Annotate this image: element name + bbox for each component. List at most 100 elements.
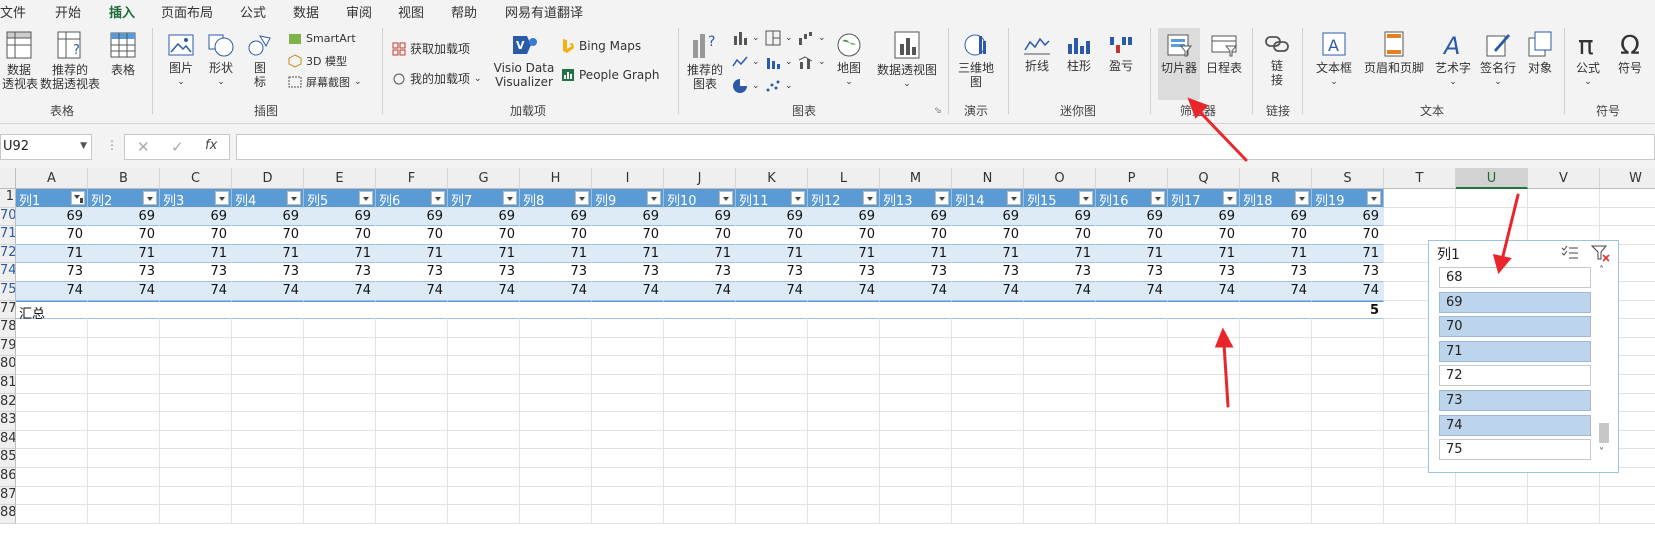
column-header-h[interactable]: H — [520, 168, 592, 189]
cell[interactable]: 列14 — [952, 189, 1024, 209]
filter-dropdown-icon[interactable] — [791, 191, 805, 205]
cell[interactable] — [520, 468, 592, 487]
column-header-d[interactable]: D — [232, 168, 304, 189]
cell[interactable] — [952, 300, 1024, 320]
visio-visualizer-button[interactable]: V Visio Data Visualizer — [492, 32, 556, 89]
cell[interactable] — [520, 375, 592, 394]
signature-line-button[interactable]: 签名行 ⌄ — [1476, 30, 1520, 89]
cell[interactable] — [1528, 486, 1600, 506]
cell[interactable] — [808, 505, 880, 524]
cell[interactable]: 69 — [448, 207, 520, 227]
cell[interactable] — [736, 486, 808, 506]
statistic-chart-button[interactable]: ⌄ — [765, 54, 793, 70]
cell[interactable] — [808, 430, 880, 450]
cell[interactable] — [952, 430, 1024, 450]
scatter-chart-button[interactable]: ⌄ — [765, 78, 793, 94]
cell[interactable]: 74 — [808, 282, 880, 301]
cell[interactable] — [160, 449, 232, 468]
row-header[interactable]: 85 — [0, 449, 16, 468]
cell[interactable] — [448, 468, 520, 487]
cell[interactable] — [448, 375, 520, 394]
cell[interactable] — [1240, 412, 1312, 431]
cell[interactable] — [592, 505, 664, 524]
cell[interactable] — [808, 486, 880, 506]
cell[interactable]: 69 — [1240, 207, 1312, 227]
cell[interactable] — [376, 375, 448, 394]
cell[interactable] — [1312, 486, 1384, 506]
cell[interactable] — [88, 300, 160, 320]
cell[interactable] — [304, 412, 376, 431]
cell[interactable] — [376, 412, 448, 431]
cell[interactable] — [1096, 300, 1168, 320]
cell[interactable]: 列17 — [1168, 189, 1240, 209]
column-header-n[interactable]: N — [952, 168, 1024, 189]
cell[interactable]: 73 — [16, 263, 88, 282]
dialog-launcher-icon[interactable]: ⬂ — [934, 106, 942, 116]
cell[interactable] — [736, 505, 808, 524]
cell[interactable] — [1096, 486, 1168, 506]
cell[interactable] — [664, 505, 736, 524]
slicer-item[interactable]: 74 — [1439, 414, 1591, 436]
cell[interactable]: 列18 — [1240, 189, 1312, 209]
cell[interactable] — [1096, 430, 1168, 450]
cell[interactable] — [664, 430, 736, 450]
cell[interactable] — [1240, 393, 1312, 413]
cell[interactable] — [1096, 412, 1168, 431]
cell[interactable]: 列9 — [592, 189, 664, 209]
cell[interactable]: 列19 — [1312, 189, 1384, 209]
cell[interactable] — [1528, 207, 1600, 227]
cell[interactable] — [304, 300, 376, 320]
filter-dropdown-icon[interactable] — [647, 191, 661, 205]
cell[interactable]: 列13 — [880, 189, 952, 209]
cell[interactable]: 71 — [736, 244, 808, 264]
table-button[interactable]: 表格 — [106, 30, 140, 77]
cell[interactable]: 71 — [1096, 244, 1168, 264]
cell[interactable] — [952, 449, 1024, 468]
cell[interactable] — [16, 486, 88, 506]
cell[interactable] — [1240, 375, 1312, 394]
total-label[interactable]: 汇总 — [16, 300, 88, 322]
cell[interactable] — [1456, 505, 1528, 524]
cell[interactable]: 71 — [376, 244, 448, 264]
filter-dropdown-icon[interactable] — [359, 191, 373, 205]
slicer-item[interactable]: 68 — [1439, 267, 1591, 288]
cell[interactable] — [736, 430, 808, 450]
my-addins-button[interactable]: 我的加载项 ⌄ — [392, 70, 482, 87]
check-icon[interactable]: ✓ — [171, 138, 184, 156]
cell[interactable]: 74 — [232, 282, 304, 301]
cell[interactable]: 69 — [376, 207, 448, 227]
filter-dropdown-icon[interactable] — [1367, 191, 1381, 205]
waterfall-chart-button[interactable]: ⌄ — [798, 30, 826, 46]
header-footer-button[interactable]: 页眉和页脚 — [1360, 30, 1428, 75]
cell[interactable] — [592, 449, 664, 468]
slicer-item[interactable]: 73 — [1439, 390, 1591, 411]
slicer-button[interactable]: 切片器 — [1158, 28, 1200, 100]
column-header-j[interactable]: J — [664, 168, 736, 189]
cell[interactable]: 74 — [376, 282, 448, 301]
cell[interactable]: 69 — [160, 207, 232, 227]
row-header[interactable]: 84 — [0, 430, 16, 450]
cell[interactable] — [88, 449, 160, 468]
cell[interactable] — [880, 486, 952, 506]
cell[interactable] — [1096, 337, 1168, 357]
cell[interactable]: 74 — [1168, 282, 1240, 301]
cell[interactable]: 71 — [1312, 244, 1384, 264]
picture-button[interactable]: 图片 ⌄ — [164, 32, 198, 89]
cell[interactable] — [304, 393, 376, 413]
cell[interactable] — [664, 375, 736, 394]
cell[interactable] — [592, 337, 664, 357]
cell[interactable]: 71 — [1240, 244, 1312, 264]
cell[interactable] — [1240, 449, 1312, 468]
cell[interactable] — [232, 430, 304, 450]
cell[interactable] — [1024, 337, 1096, 357]
cell[interactable] — [16, 319, 88, 338]
slicer-item[interactable]: 71 — [1439, 340, 1591, 362]
cell[interactable]: 71 — [664, 244, 736, 264]
cell[interactable] — [880, 319, 952, 338]
cell[interactable]: 列6 — [376, 189, 448, 209]
cell[interactable] — [448, 430, 520, 450]
cell[interactable] — [520, 486, 592, 506]
filter-dropdown-icon[interactable] — [1079, 191, 1093, 205]
cell[interactable] — [376, 319, 448, 338]
cell[interactable]: 74 — [448, 282, 520, 301]
